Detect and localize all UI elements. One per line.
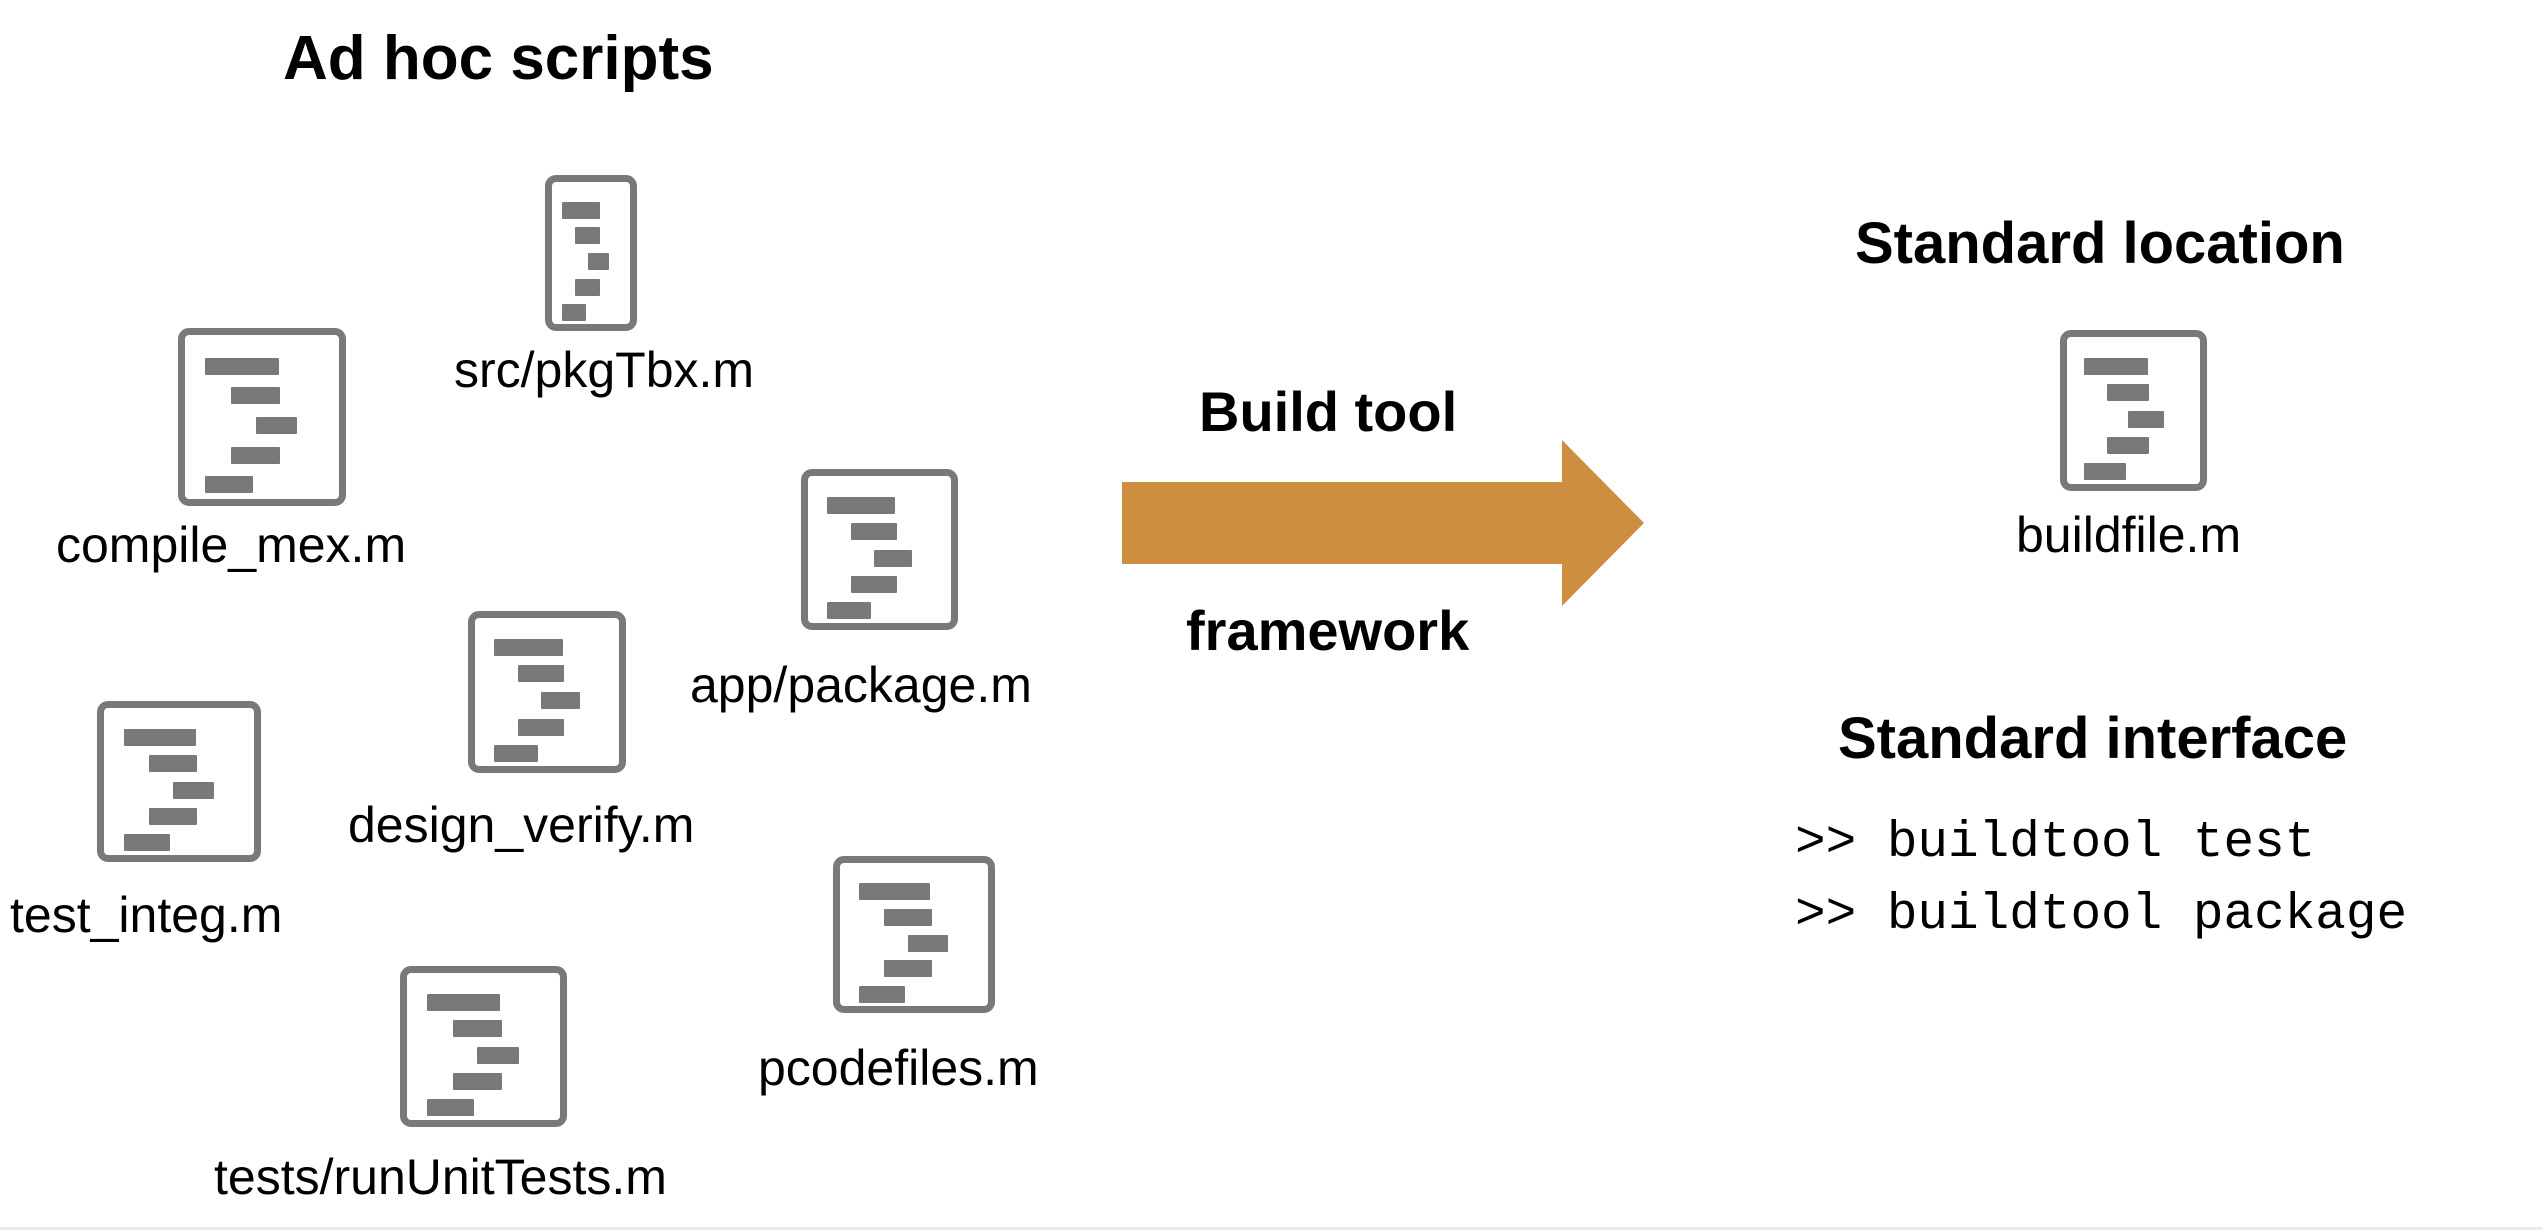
arrow-right-shape [1122, 440, 1644, 606]
code-line-2 [149, 755, 197, 773]
code-line-3 [587, 253, 609, 270]
code-line-3 [477, 1046, 519, 1064]
code-line-1 [826, 496, 896, 514]
code-line-2 [518, 665, 565, 683]
pcodefiles-m-script-file-icon [833, 856, 995, 1013]
file-label-src-pkgtbx-m: src/pkgTbx.m [454, 342, 755, 398]
code-line-5 [493, 745, 539, 763]
test-integ-m-script-file-icon [97, 701, 261, 862]
code-line-5 [859, 985, 906, 1003]
build-tool-label-top: Build tool [1199, 380, 1458, 443]
code-line-3 [255, 417, 298, 434]
code-line-5 [123, 834, 170, 852]
code-line-2 [850, 523, 897, 541]
src-pkgtbx-m-script-file-icon [545, 175, 637, 331]
build-tool-label-bottom: framework [1186, 599, 1470, 662]
code-line-3 [541, 692, 581, 709]
code-line-4 [575, 278, 601, 296]
tests-rununittests-m-script-file-icon [400, 966, 567, 1127]
code-line-1 [123, 728, 196, 746]
diagram-canvas: Ad hoc scripts Standard location Standar… [0, 0, 2542, 1230]
file-label-compile-mex-m: compile_mex.m [56, 517, 407, 573]
design-verify-m-script-file-icon [468, 611, 626, 773]
code-line-4 [884, 960, 932, 978]
code-line-4 [2106, 436, 2150, 454]
code-line-1 [859, 883, 931, 901]
file-label-tests-rununittests-m: tests/runUnitTests.m [214, 1149, 667, 1205]
console-command-line-2: >> buildtool package [1795, 887, 2408, 944]
standard-location-title: Standard location [1855, 211, 2345, 276]
code-line-4 [452, 1072, 502, 1090]
code-line-3 [2128, 410, 2165, 428]
code-line-3 [908, 934, 949, 952]
code-line-4 [518, 718, 565, 736]
code-line-5 [426, 1099, 475, 1117]
code-line-2 [2106, 384, 2150, 402]
code-line-4 [149, 807, 197, 825]
code-line-2 [575, 227, 601, 245]
file-label-buildfile-m: buildfile.m [2016, 507, 2242, 563]
file-label-design-verify-m: design_verify.m [348, 797, 695, 853]
ad-hoc-scripts-title: Ad hoc scripts [283, 24, 714, 93]
file-label-pcodefiles-m: pcodefiles.m [758, 1040, 1039, 1096]
code-line-5 [826, 602, 871, 620]
file-label-app-package-m: app/package.m [690, 657, 1032, 713]
code-line-5 [2084, 463, 2126, 481]
buildfile-m-script-file-icon [2060, 330, 2207, 491]
code-line-1 [2084, 357, 2149, 375]
code-line-2 [884, 908, 932, 926]
code-line-3 [873, 549, 913, 567]
code-line-1 [426, 993, 501, 1011]
console-command-line-1: >> buildtool test [1795, 815, 2316, 872]
code-line-3 [173, 781, 214, 799]
file-label-test-integ-m: test_integ.m [10, 887, 283, 943]
build-tool-arrow-icon [1122, 440, 1644, 606]
code-line-2 [452, 1020, 502, 1038]
code-line-1 [562, 201, 600, 219]
code-line-5 [205, 476, 253, 494]
code-line-2 [231, 387, 281, 405]
code-line-1 [493, 638, 563, 656]
code-line-1 [205, 357, 279, 375]
code-line-4 [850, 575, 897, 593]
compile-mex-m-script-file-icon [178, 328, 346, 506]
app-package-m-script-file-icon [801, 469, 958, 630]
code-line-4 [231, 446, 281, 464]
standard-interface-title: Standard interface [1838, 706, 2348, 771]
code-line-5 [562, 304, 587, 322]
